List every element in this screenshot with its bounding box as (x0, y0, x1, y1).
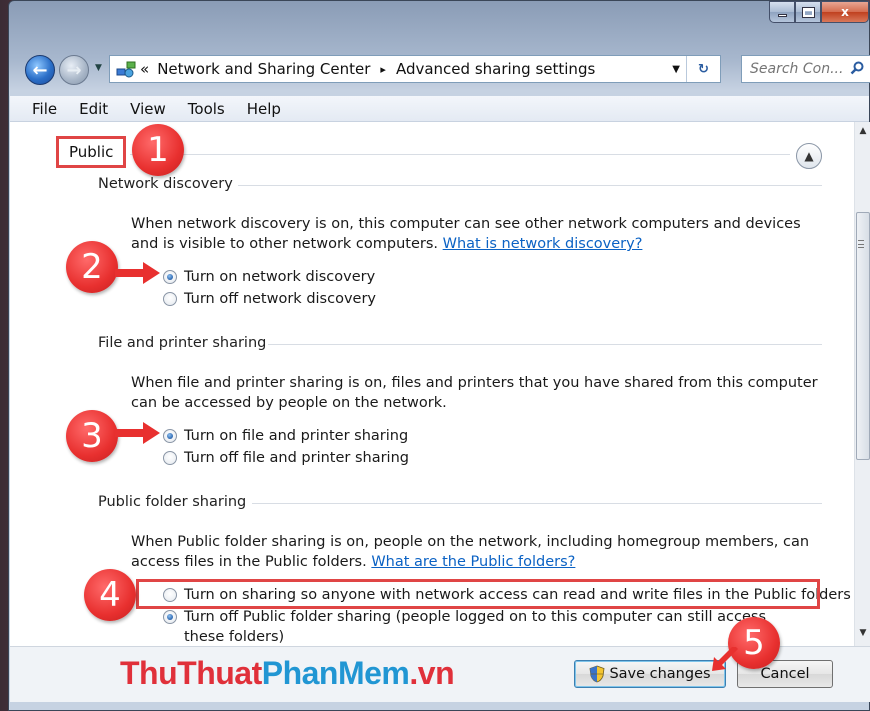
grip-icon (858, 240, 864, 248)
profile-header-public[interactable]: Public (56, 136, 127, 168)
minimize-icon (777, 13, 787, 17)
section-divider (268, 344, 822, 345)
watermark-part-2: PhanMem (261, 655, 410, 691)
watermark-logo: ThuThuatPhanMem.vn (120, 655, 455, 692)
watermark-part-1: ThuThuat (120, 655, 262, 691)
callout-4: 4 (84, 569, 136, 621)
arrow-icon (115, 262, 160, 284)
chevron-up-icon: ▲ (804, 149, 814, 163)
network-discovery-description: When network discovery is on, this compu… (131, 214, 821, 254)
collapse-button[interactable]: ▲ (796, 143, 822, 169)
menu-file[interactable]: File (32, 100, 57, 118)
back-arrow-icon: ← (32, 59, 48, 81)
search-icon (850, 61, 864, 75)
radio-label: Turn on network discovery (184, 269, 376, 285)
breadcrumb-network-sharing-center[interactable]: Network and Sharing Center (157, 60, 370, 78)
uac-shield-icon (589, 665, 605, 683)
file-sharing-desc-text: When file and printer sharing is on, fil… (131, 375, 818, 411)
radio-checked-icon[interactable] (163, 610, 177, 624)
menu-view[interactable]: View (130, 100, 166, 118)
back-button[interactable]: ← (25, 55, 55, 85)
navigation-bar: ← → ▼ « Network and Sharing Center ▸ Adv… (23, 53, 870, 89)
section-title-network-discovery: Network discovery (98, 176, 233, 192)
refresh-button[interactable]: ↻ (686, 56, 720, 82)
refresh-icon: ↻ (698, 61, 709, 77)
arrow-icon (115, 422, 160, 444)
public-folder-description: When Public folder sharing is on, people… (131, 532, 821, 572)
section-divider (238, 185, 822, 186)
radio-checked-icon[interactable] (163, 429, 177, 443)
callout-2: 2 (66, 241, 118, 293)
maximize-button[interactable] (795, 1, 821, 23)
scroll-thumb[interactable] (856, 212, 870, 460)
button-bar: ThuThuatPhanMem.vn Save changes Cancel 5 (10, 617, 870, 702)
close-icon: x (841, 5, 849, 19)
radio-public-folder-off[interactable]: Turn off Public folder sharing (people l… (163, 607, 803, 646)
radio-file-sharing-on[interactable]: Turn on file and printer sharing (163, 426, 408, 446)
forward-button[interactable]: → (59, 55, 89, 85)
settings-pane: Public ▲ Network discovery When network … (10, 122, 854, 646)
section-title-public-folder-sharing: Public folder sharing (98, 494, 247, 510)
search-input[interactable] (750, 61, 846, 77)
radio-label: Turn on file and printer sharing (184, 428, 409, 444)
vertical-scrollbar[interactable]: ▲ ▼ (854, 122, 870, 646)
address-dropdown-icon[interactable]: ▼ (672, 64, 680, 75)
minimize-button[interactable] (769, 1, 795, 23)
radio-checked-icon[interactable] (163, 270, 177, 284)
explorer-window: x ← → ▼ « Network and Sharing Center ▸ A… (8, 0, 870, 711)
radio-label: Turn off file and printer sharing (184, 450, 409, 466)
callout-1: 1 (132, 124, 184, 176)
cancel-button-label: Cancel (760, 666, 810, 682)
section-title-file-printer-sharing: File and printer sharing (98, 335, 267, 351)
breadcrumb-separator-icon[interactable]: ▸ (380, 63, 386, 76)
highlight-box-public-sharing (136, 579, 820, 609)
maximize-icon (801, 6, 815, 18)
watermark-part-3: .vn (409, 655, 455, 691)
caption-buttons: x (769, 1, 869, 27)
address-overflow[interactable]: « (140, 60, 149, 78)
radio-network-discovery-off[interactable]: Turn off network discovery (163, 289, 376, 309)
callout-3: 3 (66, 410, 118, 462)
save-button-label: Save changes (609, 666, 711, 682)
menu-bar: File Edit View Tools Help (10, 96, 869, 122)
menu-tools[interactable]: Tools (188, 100, 225, 118)
radio-network-discovery-on[interactable]: Turn on network discovery (163, 267, 375, 287)
address-bar[interactable]: « Network and Sharing Center ▸ Advanced … (109, 55, 721, 83)
menu-help[interactable]: Help (247, 100, 281, 118)
save-changes-button[interactable]: Save changes (574, 660, 726, 688)
radio-unchecked-icon[interactable] (163, 451, 177, 465)
recent-pages-dropdown[interactable]: ▼ (95, 63, 102, 73)
close-button[interactable]: x (821, 1, 869, 23)
radio-unchecked-icon[interactable] (163, 292, 177, 306)
radio-label: Turn off Public folder sharing (people l… (184, 609, 767, 645)
network-icon (116, 61, 136, 78)
breadcrumb-advanced-sharing-settings[interactable]: Advanced sharing settings (396, 60, 595, 78)
section-divider (252, 503, 822, 504)
forward-arrow-icon: → (66, 59, 82, 81)
scroll-up-icon[interactable]: ▲ (857, 126, 869, 140)
search-box[interactable] (741, 55, 870, 83)
arrow-icon (712, 647, 738, 671)
radio-file-sharing-off[interactable]: Turn off file and printer sharing (163, 448, 409, 468)
public-folders-help-link[interactable]: What are the Public folders? (371, 554, 575, 570)
network-discovery-help-link[interactable]: What is network discovery? (443, 236, 643, 252)
profile-divider (130, 154, 790, 155)
menu-edit[interactable]: Edit (79, 100, 108, 118)
scroll-down-icon[interactable]: ▼ (857, 628, 869, 642)
radio-label: Turn off network discovery (184, 291, 376, 307)
